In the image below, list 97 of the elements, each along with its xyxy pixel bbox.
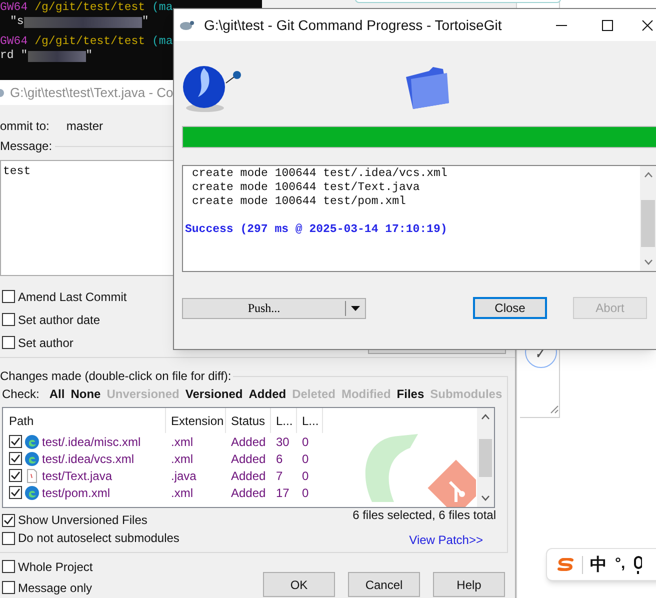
push-label: Push... (246, 300, 282, 317)
filter-link[interactable]: None (70, 385, 101, 403)
log-line: create mode 100644 test/pom.xml (191, 195, 406, 209)
table-cell-text: .xml (170, 450, 194, 468)
table-cell-text: .xml (170, 434, 194, 450)
checkbox-label: Amend Last Commit (18, 288, 127, 306)
column-header[interactable]: L... (271, 408, 297, 433)
prompt-branch: (ma (152, 35, 173, 49)
filter-link[interactable]: Added (248, 385, 286, 403)
app-icon (0, 88, 4, 96)
prompt-path: /g/git/test/test (34, 35, 146, 49)
column-header[interactable]: Status (226, 408, 271, 433)
filter-link[interactable]: Versioned (185, 385, 243, 403)
table-cell-text: Added (230, 468, 267, 484)
checkbox[interactable] (9, 469, 22, 482)
checkbox[interactable] (9, 452, 22, 465)
check-label: Check: (2, 386, 40, 403)
checkbox-label: Set author date (18, 312, 100, 328)
close-icon (642, 20, 653, 30)
table-cell-text: 0 (301, 484, 310, 502)
prompt-branch: (ma (152, 1, 173, 15)
table-cell-text: .java (170, 468, 198, 484)
log-line: create mode 100644 test/Text.java (191, 181, 420, 195)
prompt-host: GW64 (0, 35, 28, 49)
table-cell-text: .xml (170, 484, 194, 502)
checkbox-label: Do not autoselect submodules (18, 530, 180, 547)
file-path[interactable]: test/Text.java (42, 466, 112, 484)
column-header[interactable]: L... (297, 408, 323, 433)
minimize-icon (556, 24, 566, 26)
scrollbar[interactable] (477, 408, 494, 507)
app-icon (25, 486, 39, 500)
prompt-path: /g/git/test/test (34, 1, 146, 15)
dropdown-arrow-icon[interactable] (351, 306, 360, 310)
commit-to-label: ommit to: (0, 118, 50, 135)
table-cell-text: 6 (275, 450, 284, 468)
checkbox[interactable] (2, 290, 15, 303)
log-line: create mode 100644 test/.idea/vcs.xml (191, 167, 448, 181)
selection-summary: 6 files selected, 6 files total (352, 508, 496, 522)
terminal-text: " (142, 15, 149, 29)
maximize-icon (602, 20, 612, 30)
push-button[interactable]: Push... (182, 298, 366, 318)
success-line: Success (297 ms @ 2025-03-14 17:10:19) (184, 223, 448, 237)
file-path[interactable]: test/pom.xml (42, 484, 110, 502)
file-path[interactable]: test/.idea/misc.xml (42, 432, 141, 450)
checkbox[interactable] (2, 560, 15, 573)
window-title: G:\git\test\test\Text.java - Co (10, 84, 174, 102)
scrollbar-thumb[interactable] (641, 200, 655, 247)
dialog-button[interactable]: OK (263, 572, 335, 597)
dialog-button[interactable]: Cancel (348, 572, 420, 597)
ime-logo-icon[interactable] (557, 558, 574, 571)
checkbox-label: Show Unversioned Files (18, 512, 148, 529)
checkbox[interactable] (9, 435, 22, 448)
ime-mode[interactable]: 中 (590, 552, 607, 578)
terminal-text: rd " (0, 49, 28, 63)
punctuation-mode[interactable]: °, (615, 553, 626, 576)
scrollbar[interactable] (640, 166, 656, 271)
file-path[interactable]: test/.idea/vcs.xml (42, 450, 134, 468)
checkbox[interactable] (2, 313, 15, 326)
checkbox-label: Set author (18, 334, 74, 352)
table-cell-text: 7 (275, 468, 284, 484)
checkbox[interactable] (2, 532, 15, 544)
checkbox[interactable] (2, 514, 15, 526)
table-cell-text: 0 (301, 450, 310, 468)
table-cell-text: Added (230, 450, 267, 468)
column-header[interactable]: Path (3, 408, 166, 433)
window-title: G:\git\test - Git Command Progress - TortoiseGit (204, 16, 502, 35)
dialog-button[interactable]: Help (433, 572, 505, 597)
checkbox[interactable] (2, 581, 15, 594)
checkbox-label: Whole Project (18, 558, 93, 576)
filter-link[interactable]: All (49, 385, 65, 403)
checkbox-label: Message only (18, 580, 92, 596)
message-label: Message: (0, 138, 52, 155)
terminal-text: "s (10, 15, 24, 29)
tortoise-icon (179, 19, 195, 31)
branch-name: master (66, 118, 104, 135)
checkbox[interactable] (2, 336, 15, 349)
terminal-text: " (86, 49, 93, 63)
checkbox[interactable] (9, 486, 22, 499)
table-cell-text: 0 (301, 434, 310, 450)
dialog-button[interactable]: Close (473, 297, 547, 319)
prompt-host: GW64 (0, 1, 28, 15)
table-cell-text: 17 (275, 484, 290, 502)
microphone-icon[interactable] (634, 556, 642, 574)
table-cell-text: Added (230, 484, 267, 502)
redacted-text (28, 50, 86, 62)
filter-link[interactable]: Files (396, 385, 424, 403)
document-icon (25, 468, 39, 482)
app-icon (25, 452, 39, 466)
table-cell-text: 0 (301, 468, 310, 484)
table-cell-text: Added (230, 434, 267, 450)
resize-grip-icon (550, 405, 559, 414)
column-header[interactable]: Extension (166, 408, 226, 433)
view-patch-link[interactable]: View Patch>> (409, 531, 483, 549)
app-icon (25, 434, 39, 448)
table-cell-text: 30 (275, 434, 290, 450)
globe-icon (182, 63, 242, 113)
scrollbar-thumb[interactable] (479, 438, 492, 476)
